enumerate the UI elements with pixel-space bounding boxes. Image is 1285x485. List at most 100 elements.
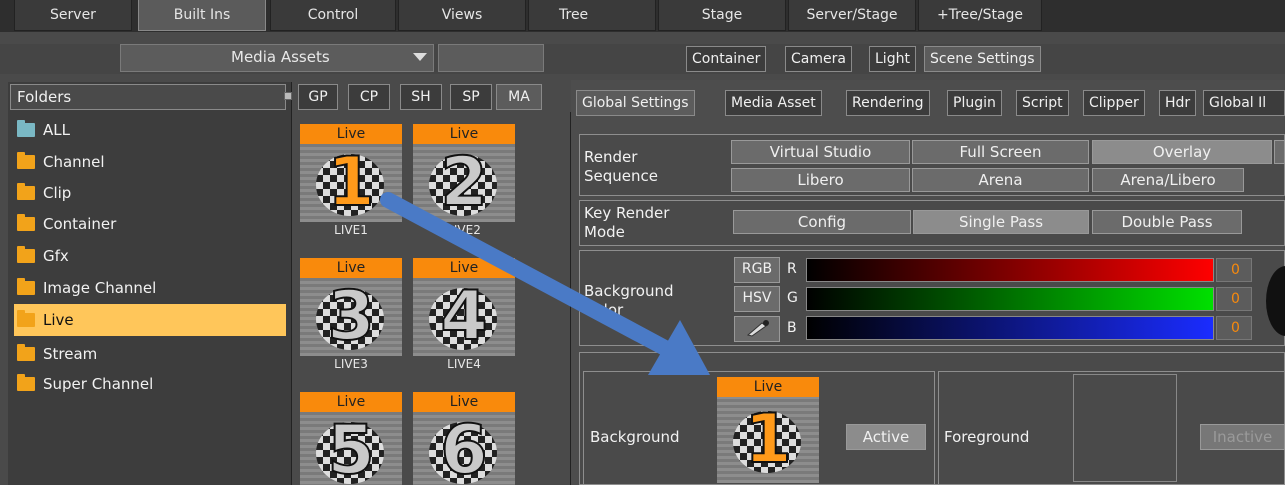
folder-label: Super Channel [43,375,154,393]
asset-thumb-live5[interactable]: Live 5 [300,392,402,485]
folder-label: Image Channel [43,279,157,297]
drag-arrow-icon [380,192,710,375]
folder-stream[interactable]: Stream [14,338,286,370]
tab-sh[interactable]: SH [400,84,442,110]
chevron-down-icon [413,53,427,61]
virtual-studio-button[interactable]: Virtual Studio [731,140,910,164]
tab-sp[interactable]: SP [450,84,492,110]
folder-label: Gfx [43,247,69,265]
tab-tree-stage[interactable]: +Tree/Stage [918,0,1042,31]
folder-icon [17,246,35,263]
eyedropper-icon [746,320,769,337]
tab-clipper[interactable]: Clipper [1083,90,1145,116]
channel-g-label: G [787,290,798,306]
folder-channel[interactable]: Channel [14,146,286,178]
tab-plugin[interactable]: Plugin [947,90,1002,116]
channel-r-label: R [787,261,797,277]
libero-button[interactable]: Libero [731,168,910,192]
tab-ma[interactable]: MA [496,84,542,110]
tab-server-stage[interactable]: Server/Stage [788,0,916,31]
splitter-handle[interactable] [284,92,292,100]
tab-tree[interactable]: Tree [528,0,656,31]
active-button[interactable]: Active [846,424,926,450]
tab-cp[interactable]: CP [348,84,390,110]
green-slider[interactable] [806,287,1214,311]
folder-super-channel[interactable]: Super Channel [14,368,286,400]
folder-label: Live [43,311,74,329]
hsv-button[interactable]: HSV [734,286,780,312]
blue-slider[interactable] [806,316,1214,340]
tab-views[interactable]: Views [398,0,526,31]
live-thumbnail: 6 [413,412,515,485]
folder-label: ALL [43,121,70,139]
folder-icon [17,344,35,361]
render-sequence-extra-button[interactable] [1274,140,1285,164]
background-label: Background [590,428,680,446]
tab-built-ins[interactable]: Built Ins [138,0,266,31]
folder-label: Channel [43,153,105,171]
tab-gp[interactable]: GP [298,84,338,110]
live-badge: Live [413,124,515,144]
render-sequence-label: Render Sequence [584,148,658,185]
folder-label: Container [43,215,117,233]
live-badge: Live [300,392,402,412]
folder-clip[interactable]: Clip [14,177,286,209]
tab-stage[interactable]: Stage [658,0,786,31]
eyedropper-button[interactable] [734,316,780,342]
live-thumbnail: 1 [717,397,819,483]
arena-button[interactable]: Arena [912,168,1089,192]
folder-live[interactable]: Live [14,304,286,336]
media-dropdown[interactable]: Media Assets [120,44,434,72]
overlay-button[interactable]: Overlay [1092,140,1272,164]
tab-server[interactable]: Server [14,0,132,31]
red-slider[interactable] [806,258,1214,282]
arena-libero-button[interactable]: Arena/Libero [1092,168,1244,192]
folder-image-channel[interactable]: Image Channel [14,272,286,304]
full-screen-button[interactable]: Full Screen [912,140,1089,164]
live-thumbnail: 5 [300,412,402,485]
tab-scene-settings[interactable]: Scene Settings [924,46,1041,72]
folder-container[interactable]: Container [14,208,286,240]
live-badge: Live [300,124,402,144]
folder-icon [17,152,35,169]
folder-icon [17,183,35,200]
background-live-thumb[interactable]: Live 1 [717,377,819,483]
tab-container[interactable]: Container [686,46,767,72]
tab-hdr[interactable]: Hdr [1159,90,1197,116]
folder-icon [17,214,35,231]
channel-b-label: B [787,320,797,336]
tab-global-settings[interactable]: Global Settings [576,90,695,116]
thumb-number: 6 [439,412,488,485]
thumb-number: 5 [326,412,375,485]
folders-header: Folders [10,84,286,110]
red-value[interactable]: 0 [1216,258,1252,282]
folder-icon [17,120,35,137]
tab-control[interactable]: Control [270,0,396,31]
tab-light[interactable]: Light [869,46,916,72]
blue-value[interactable]: 0 [1216,316,1252,340]
folder-all[interactable]: ALL [14,114,286,146]
folder-label: Stream [43,345,98,363]
live-badge: Live [717,377,819,397]
foreground-label: Foreground [944,428,1030,446]
folder-label: Clip [43,184,72,202]
double-pass-button[interactable]: Double Pass [1092,210,1242,234]
tab-rendering[interactable]: Rendering [846,90,930,116]
tab-script[interactable]: Script [1016,90,1069,116]
tab-media-asset[interactable]: Media Asset [725,90,822,116]
tab-camera[interactable]: Camera [785,46,852,72]
tab-global-il[interactable]: Global Il [1203,90,1285,116]
folder-gfx[interactable]: Gfx [14,240,286,272]
config-button[interactable]: Config [733,210,911,234]
thumb-number: 1 [743,399,792,480]
asset-thumb-live6[interactable]: Live 6 [413,392,515,485]
media-dropdown-label: Media Assets [231,48,330,66]
folder-open-icon [17,310,35,327]
rgb-button[interactable]: RGB [734,257,780,283]
foreground-empty-slot[interactable] [1073,374,1177,482]
dropdown-side-box [438,44,544,72]
single-pass-button[interactable]: Single Pass [913,210,1089,234]
folder-icon [17,374,35,391]
inactive-button[interactable]: Inactive [1200,424,1285,450]
green-value[interactable]: 0 [1216,287,1252,311]
